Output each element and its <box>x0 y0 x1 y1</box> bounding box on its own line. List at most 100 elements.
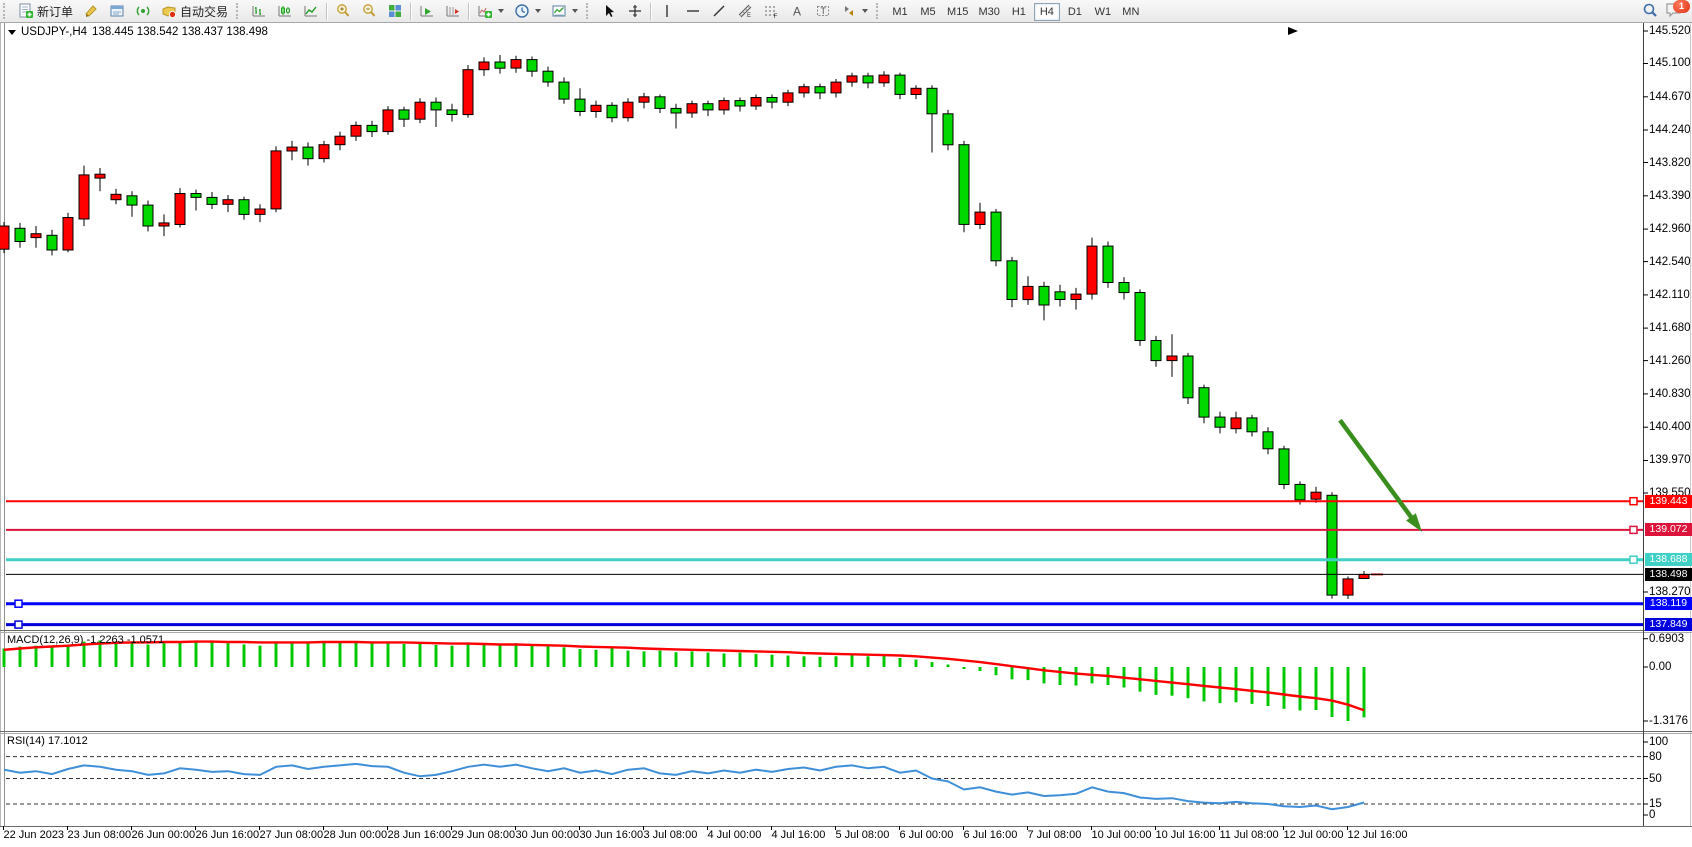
timeframe-button-mn[interactable]: MN <box>1118 3 1144 21</box>
timeframe-button-d1[interactable]: D1 <box>1062 3 1088 21</box>
timeframe-button-m1[interactable]: M1 <box>887 3 913 21</box>
channel-icon: E <box>737 3 753 19</box>
time-axis-label: 12 Jul 16:00 <box>1348 829 1408 841</box>
macd-indicator-label: MACD(12,26,9) -1.2263 -1.0571 <box>7 634 164 646</box>
symbol-period-label: USDJPY-,H4 <box>21 26 87 38</box>
time-axis-label: 10 Jul 16:00 <box>1156 829 1216 841</box>
time-axis-label: 28 Jun 00:00 <box>324 829 388 841</box>
data-window-button[interactable] <box>104 1 130 21</box>
chart-shift-button[interactable] <box>440 1 466 21</box>
timeframe-button-m30[interactable]: M30 <box>974 3 1003 21</box>
time-axis-label: 23 Jun 08:00 <box>68 829 132 841</box>
time-axis-label: 29 Jun 08:00 <box>452 829 516 841</box>
data-window-icon <box>109 3 125 19</box>
trendline-button[interactable] <box>706 1 732 21</box>
alerts-button[interactable] <box>78 1 104 21</box>
arrows-button[interactable] <box>836 1 873 21</box>
time-axis-label: 7 Jul 08:00 <box>1028 829 1082 841</box>
toolbar-grip <box>586 3 593 19</box>
new-order-label: 新订单 <box>37 3 73 20</box>
price-axis-tick: 140.400 <box>1649 421 1691 433</box>
text-icon: A <box>789 3 805 19</box>
price-axis-tick: 142.540 <box>1649 256 1691 268</box>
time-axis-label: 30 Jun 00:00 <box>516 829 580 841</box>
candlestick-chart-button[interactable] <box>272 1 298 21</box>
channel-button[interactable]: E <box>732 1 758 21</box>
auto-scroll-button[interactable] <box>414 1 440 21</box>
vertical-line-button[interactable] <box>654 1 680 21</box>
timeframe-button-m15[interactable]: M15 <box>943 3 972 21</box>
vertical-line-icon <box>659 3 675 19</box>
dropdown-caret <box>572 9 578 13</box>
bar-chart-icon <box>251 3 267 19</box>
templates-button[interactable] <box>546 1 583 21</box>
search-button[interactable] <box>1636 1 1664 21</box>
price-axis-tick: 138.270 <box>1649 586 1691 598</box>
periods-button[interactable] <box>509 1 546 21</box>
timeframe-button-h1[interactable]: H1 <box>1006 3 1032 21</box>
signals-button[interactable] <box>130 1 156 21</box>
crosshair-button[interactable] <box>622 1 648 21</box>
chart-canvas[interactable] <box>0 22 1692 847</box>
text-button[interactable]: A <box>784 1 810 21</box>
price-axis-tick: 140.830 <box>1649 388 1691 400</box>
chart-window[interactable]: USDJPY-,H4 138.445 138.542 138.437 138.4… <box>0 22 1692 847</box>
new-order-icon <box>18 3 34 19</box>
bar-chart-button[interactable] <box>246 1 272 21</box>
price-axis-tick: 142.960 <box>1649 223 1691 235</box>
rsi-axis-tick: 80 <box>1649 751 1662 763</box>
time-axis-label: 3 Jul 08:00 <box>644 829 698 841</box>
time-axis-label: 12 Jul 00:00 <box>1284 829 1344 841</box>
tile-windows-icon <box>387 3 403 19</box>
indicators-button[interactable] <box>472 1 509 21</box>
line-chart-button[interactable] <box>298 1 324 21</box>
dropdown-caret <box>498 9 504 13</box>
search-icon <box>1641 2 1659 20</box>
candlestick-chart-icon <box>277 3 293 19</box>
zoom-in-button[interactable] <box>330 1 356 21</box>
toolbar-grip <box>876 3 883 19</box>
timeframe-button-h4[interactable]: H4 <box>1034 3 1060 21</box>
timeframe-button-w1[interactable]: W1 <box>1090 3 1116 21</box>
time-axis-label: 4 Jul 16:00 <box>772 829 826 841</box>
tile-windows-button[interactable] <box>382 1 408 21</box>
time-axis-label: 4 Jul 00:00 <box>708 829 762 841</box>
macd-axis-tick: -1.3176 <box>1649 715 1688 727</box>
periods-icon <box>514 3 530 19</box>
dropdown-caret <box>535 9 541 13</box>
text-label-button[interactable]: T <box>810 1 836 21</box>
symbol-dropdown-icon[interactable] <box>8 30 16 35</box>
line-chart-icon <box>303 3 319 19</box>
crosshair-icon <box>627 3 643 19</box>
svg-text:E: E <box>747 13 751 19</box>
svg-text:A: A <box>793 5 801 19</box>
horizontal-line-icon <box>685 3 701 19</box>
price-line-label: 138.688 <box>1645 553 1692 566</box>
zoom-out-button[interactable] <box>356 1 382 21</box>
timeframe-button-m5[interactable]: M5 <box>915 3 941 21</box>
cursor-button[interactable] <box>596 1 622 21</box>
price-axis-tick: 141.680 <box>1649 322 1691 334</box>
auto-trading-label: 自动交易 <box>180 3 228 20</box>
svg-text:T: T <box>821 6 827 16</box>
toolbar-grip <box>236 3 243 19</box>
price-axis-tick: 139.970 <box>1649 454 1691 466</box>
notifications-button[interactable]: 1 <box>1664 0 1688 22</box>
time-axis-label: 6 Jul 00:00 <box>900 829 954 841</box>
toolbar-separator <box>468 3 470 20</box>
price-axis-tick: 141.260 <box>1649 355 1691 367</box>
time-axis-label: 26 Jun 00:00 <box>132 829 196 841</box>
price-axis-tick: 145.520 <box>1649 25 1691 37</box>
zoom-in-icon <box>335 3 351 19</box>
price-line-label: 138.119 <box>1645 597 1692 610</box>
time-axis-label: 27 Jun 08:00 <box>260 829 324 841</box>
new-order-button[interactable]: 新订单 <box>13 1 78 21</box>
time-axis-label: 22 Jun 2023 <box>4 829 65 841</box>
indicators-icon <box>477 3 493 19</box>
time-axis-label: 5 Jul 08:00 <box>836 829 890 841</box>
auto-trading-button[interactable]: 自动交易 <box>156 1 233 21</box>
fibonacci-button[interactable]: F <box>758 1 784 21</box>
toolbar-separator <box>650 3 652 20</box>
price-axis-tick: 144.240 <box>1649 124 1691 136</box>
horizontal-line-button[interactable] <box>680 1 706 21</box>
